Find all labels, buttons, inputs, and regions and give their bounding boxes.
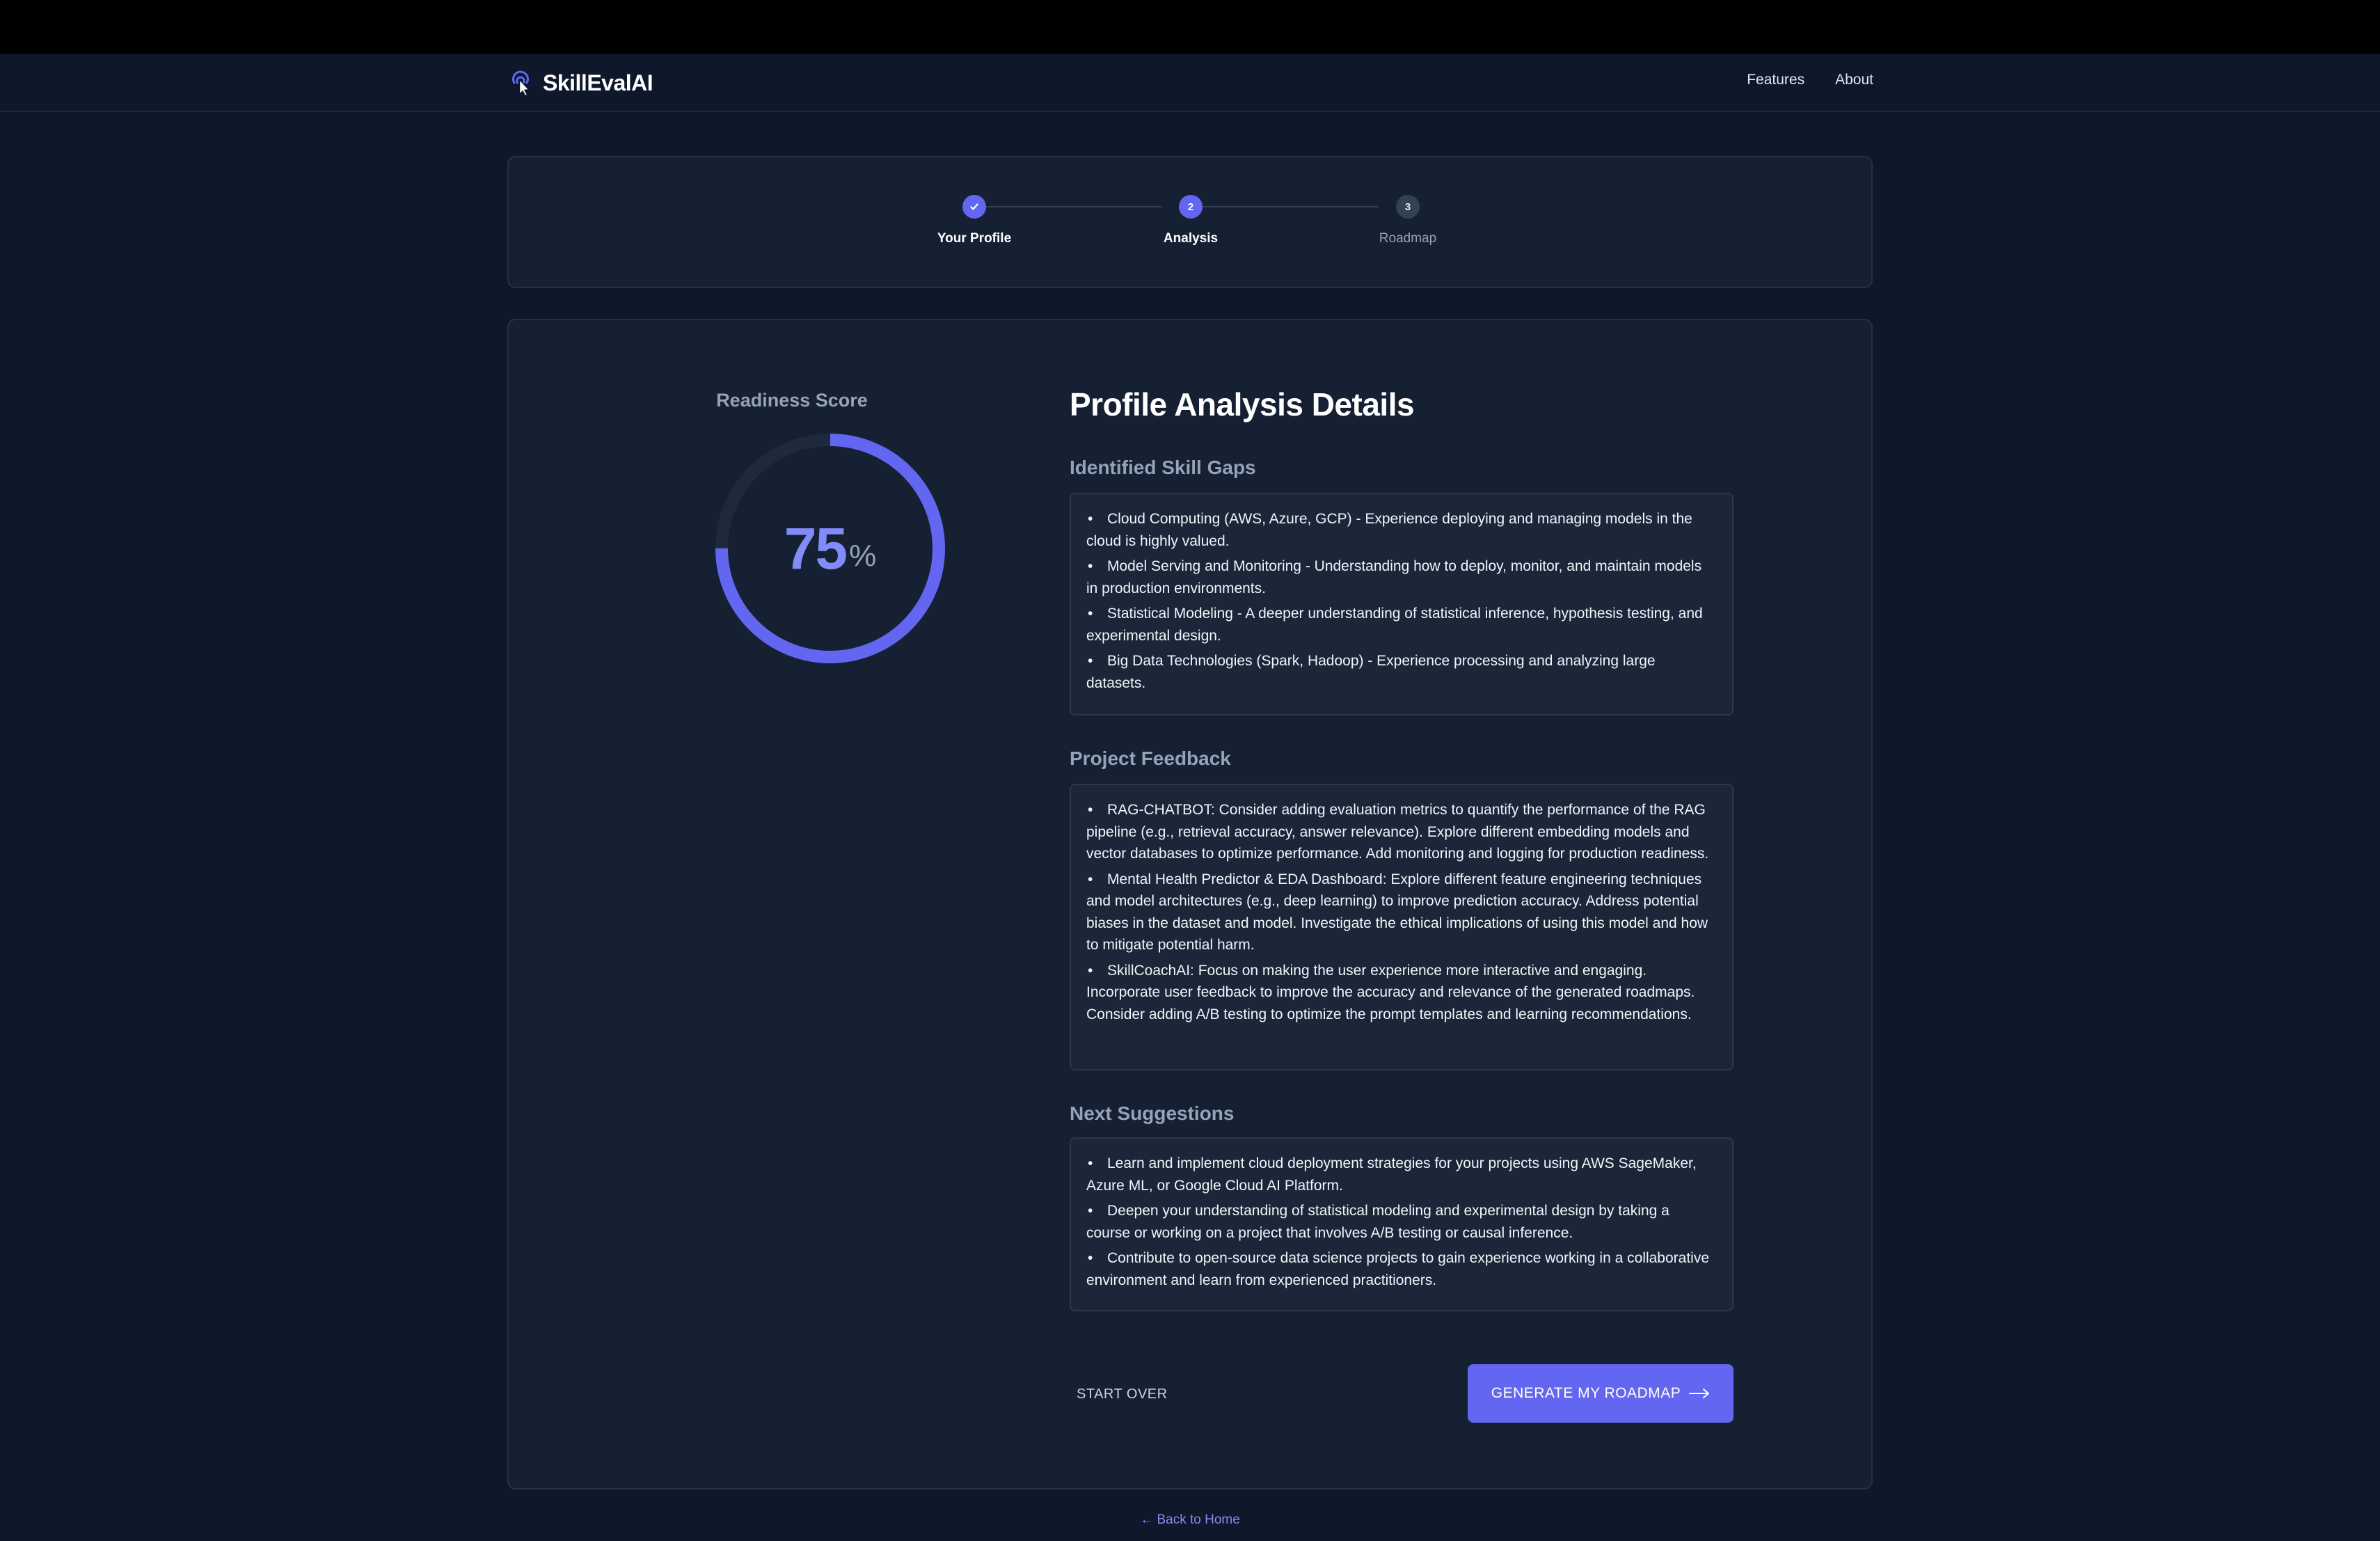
step-roadmap[interactable]: 3 Roadmap [1338, 195, 1477, 246]
project-feedback-title: Project Feedback [1070, 748, 1231, 769]
brand[interactable]: SkillEvalAI [508, 68, 653, 98]
list-item: Mental Health Predictor & EDA Dashboard:… [1086, 869, 1717, 956]
nav-about-link[interactable]: About [1835, 72, 1873, 88]
step-marker: 3 [1396, 195, 1420, 219]
list-item: Learn and implement cloud deployment str… [1086, 1153, 1717, 1196]
browser-top-bar [0, 0, 2380, 54]
score-number: 75 [784, 515, 848, 581]
nav-features-link[interactable]: Features [1747, 72, 1804, 88]
step-label: Analysis [1163, 231, 1219, 246]
project-feedback-list: RAG-CHATBOT: Consider adding evaluation … [1086, 799, 1717, 1025]
check-icon [970, 203, 978, 210]
step-marker: 2 [1179, 195, 1203, 219]
step-label: Your Profile [937, 231, 1012, 246]
start-over-button[interactable]: START OVER [1070, 1378, 1175, 1411]
next-suggestions-title: Next Suggestions [1070, 1103, 1235, 1124]
list-item: SkillCoachAI: Focus on making the user e… [1086, 960, 1717, 1026]
generate-roadmap-label: GENERATE MY ROADMAP [1491, 1385, 1681, 1401]
generate-roadmap-button[interactable]: GENERATE MY ROADMAP [1468, 1364, 1734, 1423]
pointer-click-icon [512, 70, 530, 97]
readiness-score-title: Readiness Score [716, 390, 868, 411]
next-suggestions-box: Learn and implement cloud deployment str… [1070, 1137, 1734, 1311]
back-to-home-link[interactable]: ← Back to Home [1106, 1512, 1274, 1528]
progress-stepper: Your Profile 2 Analysis 3 Roadmap [507, 156, 1873, 288]
score-unit: % [849, 539, 877, 573]
step-marker [962, 195, 986, 219]
navbar: SkillEvalAI Features About [0, 54, 2380, 112]
next-suggestions-list: Learn and implement cloud deployment str… [1086, 1153, 1717, 1291]
list-item: Deepen your understanding of statistical… [1086, 1200, 1717, 1244]
brand-name: SkillEvalAI [543, 70, 653, 95]
list-item: Contribute to open-source data science p… [1086, 1247, 1717, 1291]
skill-gaps-title: Identified Skill Gaps [1070, 457, 1256, 478]
step-label: Roadmap [1379, 231, 1437, 246]
page-title: Profile Analysis Details [1070, 386, 1415, 422]
list-item: Model Serving and Monitoring - Understan… [1086, 555, 1717, 599]
list-item: Cloud Computing (AWS, Azure, GCP) - Expe… [1086, 508, 1717, 552]
list-item: Statistical Modeling - A deeper understa… [1086, 603, 1717, 647]
list-item: Big Data Technologies (Spark, Hadoop) - … [1086, 650, 1717, 694]
skill-gaps-list: Cloud Computing (AWS, Azure, GCP) - Expe… [1086, 508, 1717, 694]
step-your-profile[interactable]: Your Profile [905, 195, 1044, 246]
analysis-card: Readiness Score 75 % Profile Analysis De… [507, 319, 1873, 1489]
readiness-score-value: 75 % [712, 430, 949, 667]
project-feedback-box: RAG-CHATBOT: Consider adding evaluation … [1070, 784, 1734, 1070]
nav-links: Features About [1747, 72, 1873, 88]
arrow-right-icon [1689, 1389, 1710, 1398]
skill-gaps-box: Cloud Computing (AWS, Azure, GCP) - Expe… [1070, 493, 1734, 716]
step-analysis[interactable]: 2 Analysis [1121, 195, 1260, 246]
list-item: RAG-CHATBOT: Consider adding evaluation … [1086, 799, 1717, 865]
